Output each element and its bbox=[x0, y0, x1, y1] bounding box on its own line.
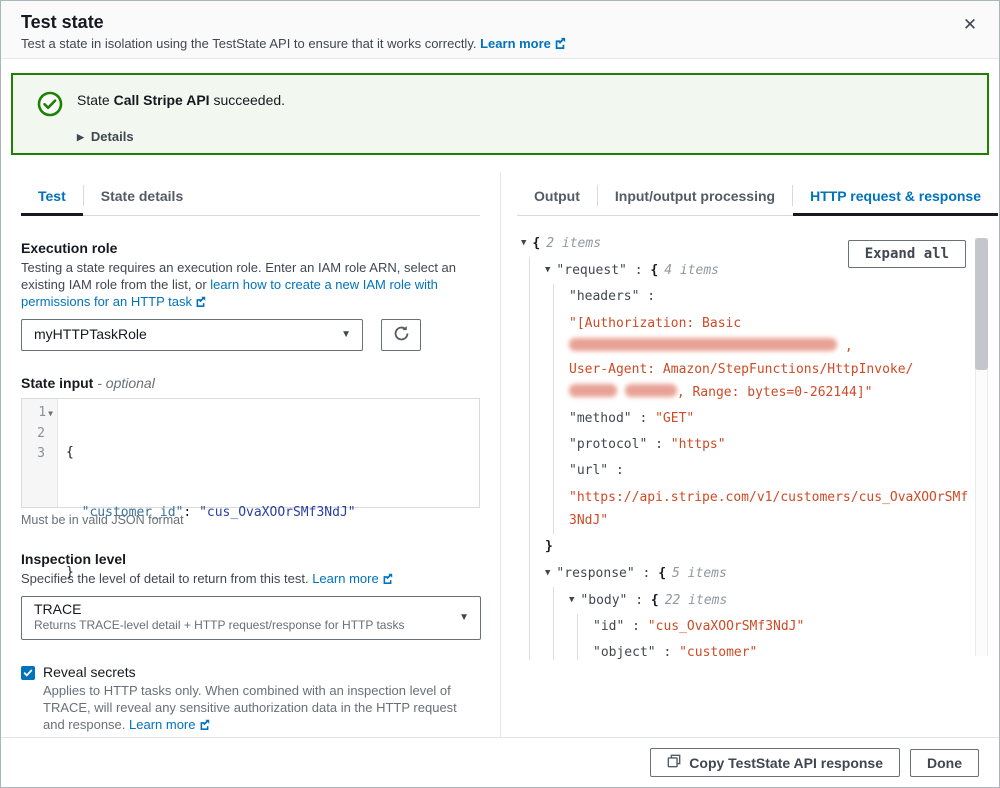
subtitle-text: Test a state in isolation using the Test… bbox=[21, 36, 476, 51]
close-icon[interactable]: ✕ bbox=[959, 14, 981, 36]
refresh-icon bbox=[393, 325, 410, 345]
caret-down-icon[interactable]: ▼ bbox=[569, 587, 574, 613]
external-link-icon bbox=[554, 37, 566, 52]
result-panel: Output Input/output processing HTTP requ… bbox=[501, 172, 1000, 737]
scrollbar-thumb[interactable] bbox=[975, 238, 988, 370]
redacted-secret bbox=[569, 338, 837, 351]
dialog-header: Test state Test a state in isolation usi… bbox=[1, 1, 999, 59]
execution-role-section: Execution role Testing a state requires … bbox=[21, 240, 480, 351]
reveal-secrets-checkbox[interactable] bbox=[21, 666, 35, 680]
tree-body-children: "id" : "cus_OvaXOOrSMf3NdJ" "object" : "… bbox=[577, 614, 998, 660]
external-link-icon bbox=[382, 571, 393, 588]
tree-request-close-row: } bbox=[545, 534, 998, 560]
flash-message: State Call Stripe API succeeded. bbox=[77, 90, 285, 110]
tree-response-children: ▼"body" : {22 items "id" : "cus_OvaXOOrS… bbox=[553, 587, 998, 660]
tree-headers-key-row: "headers" : bbox=[569, 284, 998, 310]
tree-url-value: "https://api.stripe.com/v1/customers/cus… bbox=[569, 484, 969, 534]
copy-icon bbox=[667, 754, 681, 771]
caret-right-icon: ▶ bbox=[77, 132, 84, 143]
state-input-section: State input - optional 1▼ 2 3 { "custome… bbox=[21, 375, 480, 527]
test-state-dialog: Test state Test a state in isolation usi… bbox=[0, 0, 1000, 788]
external-link-icon bbox=[199, 717, 210, 734]
expand-all-button[interactable]: Expand all bbox=[848, 240, 966, 268]
caret-down-icon[interactable]: ▼ bbox=[545, 560, 550, 586]
tree-id-row: "id" : "cus_OvaXOOrSMf3NdJ" bbox=[593, 614, 998, 640]
tab-test[interactable]: Test bbox=[21, 180, 83, 215]
http-json-tree: Expand all ▼{2 items ▼"request" : {4 ite… bbox=[517, 230, 998, 660]
redacted-secret bbox=[625, 384, 677, 397]
inspection-level-value-desc: Returns TRACE-level detail + HTTP reques… bbox=[34, 618, 450, 632]
fold-caret-icon[interactable]: ▼ bbox=[48, 409, 53, 418]
header-learn-more-link[interactable]: Learn more bbox=[480, 36, 566, 51]
optional-tag: - optional bbox=[97, 375, 155, 391]
tree-url-key-row: "url" : bbox=[569, 458, 998, 484]
tree-headers-value: "[Authorization: Basic , User-Agent: Ama… bbox=[569, 310, 969, 406]
dialog-subtitle: Test a state in isolation using the Test… bbox=[21, 36, 979, 52]
inspection-level-select[interactable]: TRACE Returns TRACE-level detail + HTTP … bbox=[21, 596, 481, 640]
tree-protocol-row: "protocol" : "https" bbox=[569, 432, 998, 458]
external-link-icon bbox=[195, 294, 206, 311]
dialog-body: Test State details Execution role Testin… bbox=[1, 172, 999, 737]
execution-role-description: Testing a state requires an execution ro… bbox=[21, 259, 480, 311]
done-button[interactable]: Done bbox=[910, 749, 979, 777]
details-expander[interactable]: ▶Details bbox=[77, 129, 971, 144]
tree-root-children: ▼"request" : {4 items "headers" : "[Auth… bbox=[529, 257, 998, 660]
editor-code[interactable]: { "customer_id": "cus_OvaXOOrSMf3NdJ" } bbox=[58, 399, 479, 507]
reveal-secrets-row: Reveal secrets bbox=[21, 664, 480, 680]
execution-role-value: myHTTPTaskRole bbox=[34, 326, 147, 342]
tree-request-children: "headers" : "[Authorization: Basic , Use… bbox=[553, 284, 998, 534]
copy-teststate-response-button[interactable]: Copy TestState API response bbox=[650, 748, 900, 777]
tab-state-details[interactable]: State details bbox=[84, 180, 200, 215]
refresh-roles-button[interactable] bbox=[381, 319, 421, 351]
state-input-editor[interactable]: 1▼ 2 3 { "customer_id": "cus_OvaXOOrSMf3… bbox=[21, 398, 480, 508]
reveal-learn-link[interactable]: Learn more bbox=[129, 717, 209, 732]
code-line: { bbox=[66, 443, 479, 463]
dialog-footer: Copy TestState API response Done bbox=[1, 737, 999, 787]
tab-output[interactable]: Output bbox=[517, 180, 597, 215]
state-input-label: State input - optional bbox=[21, 375, 480, 391]
reveal-secrets-label: Reveal secrets bbox=[43, 664, 136, 680]
inspection-learn-link[interactable]: Learn more bbox=[312, 571, 392, 586]
tab-io-processing[interactable]: Input/output processing bbox=[598, 180, 792, 215]
reveal-secrets-description: Applies to HTTP tasks only. When combine… bbox=[43, 682, 480, 734]
left-tabs: Test State details bbox=[21, 180, 480, 216]
success-check-icon bbox=[37, 91, 63, 122]
tree-response-row: ▼"response" : {5 items bbox=[545, 560, 998, 587]
chevron-down-icon: ▼ bbox=[459, 612, 469, 623]
caret-down-icon[interactable]: ▼ bbox=[545, 257, 550, 283]
chevron-down-icon: ▼ bbox=[341, 329, 351, 340]
right-tabs: Output Input/output processing HTTP requ… bbox=[517, 180, 998, 216]
caret-down-icon[interactable]: ▼ bbox=[521, 230, 526, 256]
test-config-panel: Test State details Execution role Testin… bbox=[1, 172, 501, 737]
state-name: Call Stripe API bbox=[114, 92, 210, 108]
execution-role-label: Execution role bbox=[21, 240, 480, 256]
page-title: Test state bbox=[21, 10, 979, 34]
tree-object-row: "object" : "customer" bbox=[593, 640, 998, 660]
editor-gutter: 1▼ 2 3 bbox=[22, 399, 58, 507]
redacted-secret bbox=[569, 384, 617, 397]
tab-http-request-response[interactable]: HTTP request & response bbox=[793, 180, 998, 215]
inspection-level-value: TRACE bbox=[34, 601, 450, 617]
success-flash: State Call Stripe API succeeded. ▶Detail… bbox=[11, 73, 989, 155]
execution-role-select[interactable]: myHTTPTaskRole ▼ bbox=[21, 319, 363, 351]
tree-body-row: ▼"body" : {22 items bbox=[569, 587, 998, 614]
tree-method-row: "method" : "GET" bbox=[569, 406, 998, 432]
